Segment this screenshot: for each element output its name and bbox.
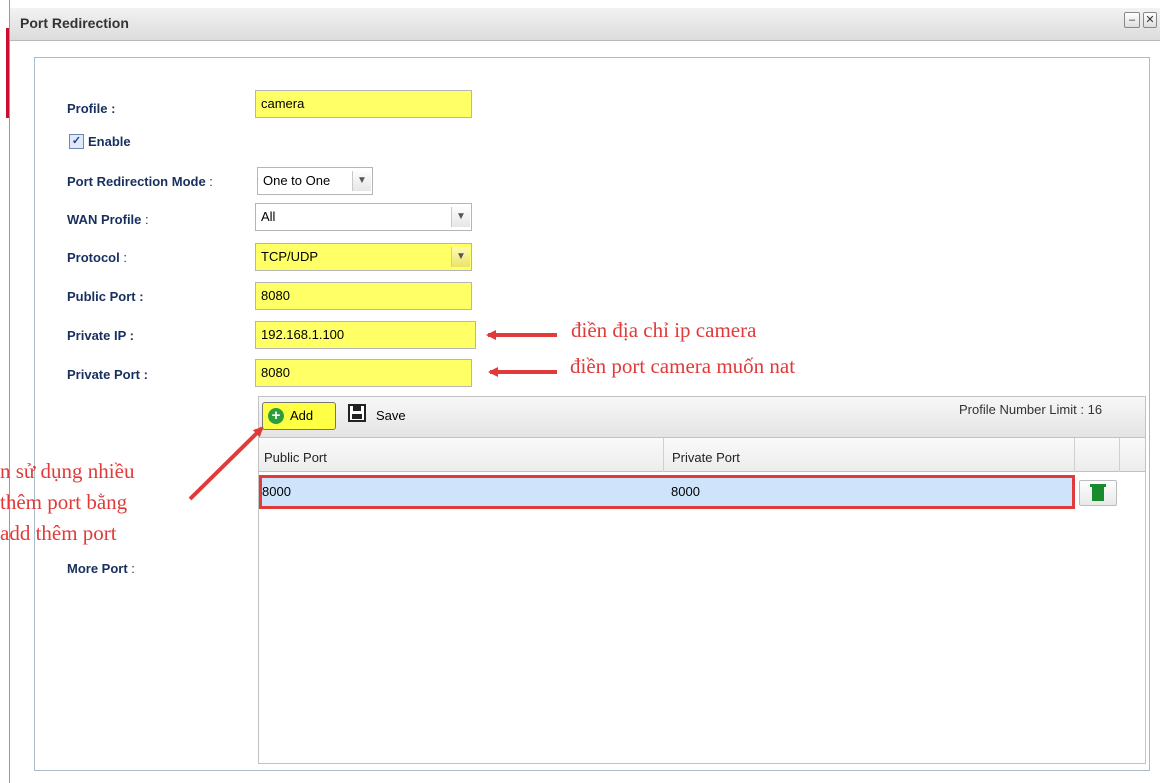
annotation-arrows bbox=[188, 330, 557, 501]
arrow-to-add-button bbox=[188, 426, 264, 501]
